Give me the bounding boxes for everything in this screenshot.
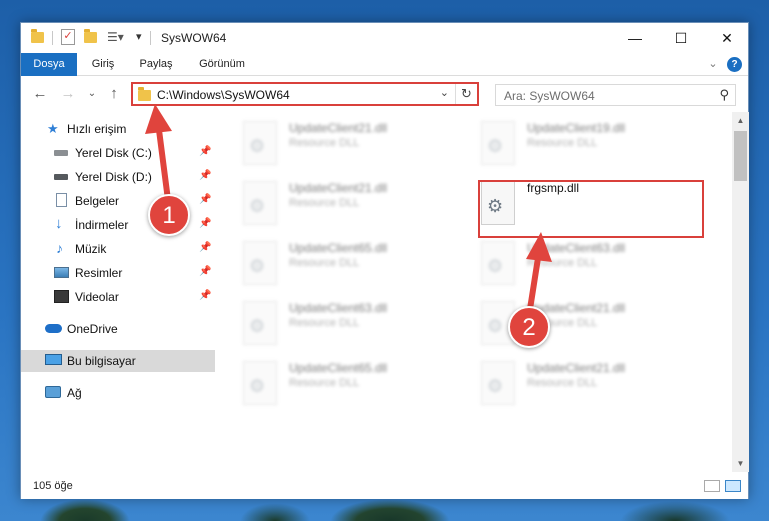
arrow-1	[145, 104, 172, 203]
annotation-overlay	[145, 104, 552, 325]
step-1-badge: 1	[148, 194, 190, 236]
step-2-badge: 2	[508, 306, 550, 348]
desktop-wallpaper	[0, 499, 769, 521]
